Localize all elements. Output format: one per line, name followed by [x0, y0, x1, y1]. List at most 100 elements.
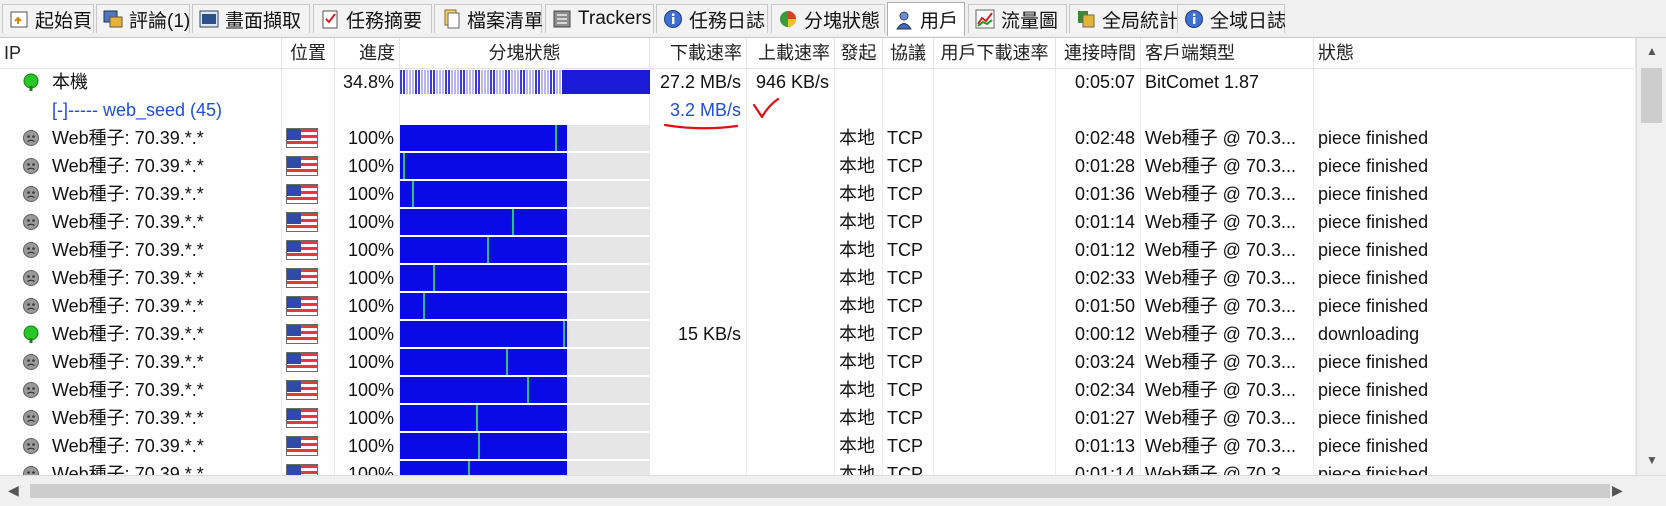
task-summary-icon: [320, 9, 340, 29]
download-rate: [650, 208, 747, 236]
protocol: TCP: [887, 464, 923, 475]
table-row[interactable]: Web種子: 70.39.*.* 100% 本地 TCP 0:01:50 Web種子 @ …: [0, 292, 1636, 320]
peer-ip: Web種子: 70.39.*.*: [52, 156, 204, 176]
tab-stats[interactable]: 全局統計: [1069, 4, 1191, 33]
col-header-upload-rate[interactable]: 上載速率: [747, 38, 835, 68]
piece-fill: [400, 405, 567, 431]
table-row-local[interactable]: 本機 34.8% 27.2 MB/s 946 KB/s 0:05:07 BitComet …: [0, 68, 1636, 96]
col-header-status[interactable]: 狀態: [1314, 38, 1636, 68]
peer-progress: 100%: [347, 240, 394, 260]
download-rate: [650, 460, 747, 475]
piece-status-bar: [400, 377, 650, 403]
table-row[interactable]: Web種子: 70.39.*.* 100% 本地 TCP 0:01:36 Web種子 @ …: [0, 180, 1636, 208]
peer-ip: Web種子: 70.39.*.*: [52, 240, 204, 260]
traffic-chart-icon: [975, 9, 995, 29]
tab-traffic-chart[interactable]: 流量圖: [968, 4, 1067, 33]
col-header-protocol[interactable]: 協議: [883, 38, 934, 68]
tab-info[interactable]: 全域日誌: [1177, 4, 1286, 33]
col-header-connect-time[interactable]: 連接時間: [1056, 38, 1141, 68]
piece-marker: [563, 321, 565, 347]
table-row[interactable]: Web種子: 70.39.*.* 100% 本地 TCP 0:02:48 Web種子 @ …: [0, 124, 1636, 152]
table-row[interactable]: Web種子: 70.39.*.* 100% 本地 TCP 0:03:24 Web種子 @ …: [0, 348, 1636, 376]
scroll-down-icon[interactable]: ▼: [1646, 453, 1658, 467]
piece-fill: [400, 125, 567, 151]
tab-screenshot[interactable]: 畫面擷取: [192, 4, 310, 33]
piece-marker: [487, 237, 489, 263]
tab-label: 全局統計: [1102, 10, 1179, 32]
peer-status: piece finished: [1318, 240, 1429, 260]
scroll-up-icon[interactable]: ▲: [1646, 44, 1658, 58]
piece-fill: [400, 461, 567, 475]
tab-comment[interactable]: 評論(1): [96, 4, 190, 33]
scroll-right-icon[interactable]: ▶: [1612, 482, 1623, 499]
peer-ip: 本機: [52, 72, 88, 92]
client-type: Web種子 @ 70.3...: [1145, 268, 1296, 288]
column-divider: [933, 68, 934, 96]
piece-marker: [403, 153, 405, 179]
table-row[interactable]: Web種子: 70.39.*.* 100% 15 KB/s 本地 TCP 0:00:12 W…: [0, 320, 1636, 348]
protocol: TCP: [887, 240, 923, 260]
table-row[interactable]: Web種子: 70.39.*.* 100% 本地 TCP 0:01:12 Web種子 @ …: [0, 236, 1636, 264]
table-row[interactable]: Web種子: 70.39.*.* 100% 本地 TCP 0:01:14 Web種子 @ …: [0, 208, 1636, 236]
client-type: Web種子 @ 70.3...: [1145, 128, 1296, 148]
download-rate: 15 KB/s: [677, 324, 741, 344]
peer-status: piece finished: [1318, 408, 1429, 428]
piece-fill: [400, 293, 567, 319]
tab-user[interactable]: 用戶: [887, 2, 965, 36]
file-list-icon: [441, 9, 461, 29]
col-header-client-type[interactable]: 客戶端類型: [1141, 38, 1314, 68]
connect-time: 0:05:07: [1074, 72, 1135, 92]
col-header-ip[interactable]: IP: [0, 38, 282, 68]
column-divider: [882, 96, 883, 124]
vertical-scroll-thumb[interactable]: [1641, 68, 1662, 123]
tab-info[interactable]: 任務日誌: [656, 4, 768, 33]
tab-tracker[interactable]: Trackers: [545, 4, 654, 33]
connect-time: 0:02:48: [1074, 128, 1135, 148]
horizontal-scroll-thumb[interactable]: [30, 484, 1610, 498]
peer-ip: Web種子: 70.39.*.*: [52, 212, 204, 232]
client-type: Web種子 @ 70.3...: [1145, 296, 1296, 316]
client-type: Web種子 @ 70.3...: [1145, 240, 1296, 260]
initiator: 本地: [839, 352, 875, 372]
table-row[interactable]: Web種子: 70.39.*.* 100% 本地 TCP 0:01:28 Web種子 @ …: [0, 152, 1636, 180]
web-seed-group-toggle[interactable]: [-]----- web_seed (45): [0, 96, 282, 124]
us-flag-icon: [286, 268, 318, 288]
table-row[interactable]: Web種子: 70.39.*.* 100% 本地 TCP 0:02:34 Web種子 @ …: [0, 376, 1636, 404]
piece-fill: [400, 377, 567, 403]
col-header-initiator[interactable]: 發起: [835, 38, 883, 68]
table-row[interactable]: Web種子: 70.39.*.* 100% 本地 TCP 0:01:14 Web種子 @ …: [0, 460, 1636, 475]
tab-label: 檔案清單: [467, 10, 544, 32]
peer-ip: Web種子: 70.39.*.*: [52, 128, 204, 148]
peer-progress: 100%: [347, 352, 394, 372]
tab-label: 用戶: [920, 11, 959, 32]
piece-status-bar: [400, 433, 650, 459]
initiator: 本地: [839, 240, 875, 260]
table-row[interactable]: Web種子: 70.39.*.* 100% 本地 TCP 0:01:13 Web種子 @ …: [0, 432, 1636, 460]
scroll-left-icon[interactable]: ◀: [8, 482, 19, 499]
client-type: Web種子 @ 70.3...: [1145, 408, 1296, 428]
horizontal-scrollbar[interactable]: ◀ ▶: [0, 475, 1666, 506]
initiator: 本地: [839, 128, 875, 148]
table-row[interactable]: Web種子: 70.39.*.* 100% 本地 TCP 0:01:27 Web種子 @ …: [0, 404, 1636, 432]
piece-status-bar: [400, 209, 650, 235]
tab-file-list[interactable]: 檔案清單: [434, 4, 544, 33]
col-header-progress[interactable]: 進度: [335, 38, 400, 68]
peer-ip: Web種子: 70.39.*.*: [52, 408, 204, 428]
peer-status: piece finished: [1318, 156, 1429, 176]
peer-status: piece finished: [1318, 464, 1429, 475]
connect-time: 0:02:34: [1074, 380, 1135, 400]
col-header-download-rate[interactable]: 下載速率: [650, 38, 747, 68]
download-rate: [650, 152, 747, 180]
col-header-peer-download-rate[interactable]: 用戶下載速率: [934, 38, 1056, 68]
column-divider: [834, 96, 835, 124]
table-row-group[interactable]: [-]----- web_seed (45) 3.2 MB/s: [0, 96, 1636, 124]
peer-ip: Web種子: 70.39.*.*: [52, 324, 204, 344]
tab-pie[interactable]: 分塊狀態: [771, 4, 885, 33]
client-type: Web種子 @ 70.3...: [1145, 464, 1296, 475]
table-row[interactable]: Web種子: 70.39.*.* 100% 本地 TCP 0:02:33 Web種子 @ …: [0, 264, 1636, 292]
col-header-pieces[interactable]: 分塊狀態: [400, 38, 650, 68]
vertical-scrollbar[interactable]: ▲ ▼: [1636, 38, 1666, 475]
tab-home[interactable]: 起始頁: [2, 4, 94, 33]
col-header-location[interactable]: 位置: [282, 38, 335, 68]
tab-task-summary[interactable]: 任務摘要: [313, 4, 432, 33]
